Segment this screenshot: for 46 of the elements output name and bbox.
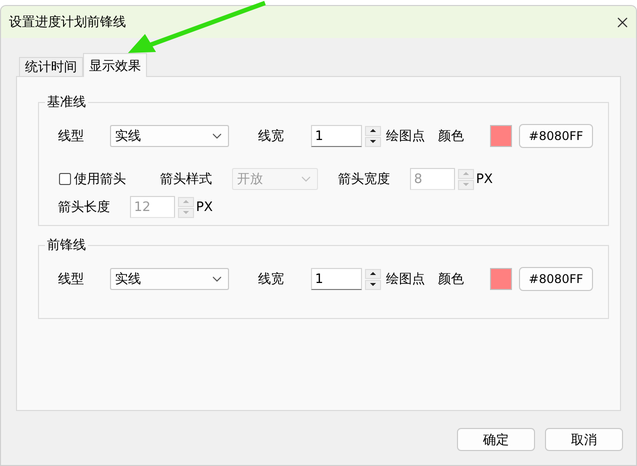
unit-label: PX (196, 200, 214, 214)
spin-down-button[interactable] (365, 136, 381, 146)
spin-down-button[interactable] (365, 280, 381, 290)
spin-up-button[interactable] (365, 268, 381, 278)
tab[interactable]: 统计时间 (19, 57, 83, 76)
group-title: 前锋线 (46, 237, 87, 254)
checkbox[interactable] (59, 173, 71, 185)
number-field[interactable]: 1 (311, 125, 362, 147)
color-button[interactable]: #8080FF (519, 124, 593, 148)
triangle-down-icon (369, 139, 377, 144)
window-title: 设置进度计划前锋线 (9, 14, 126, 31)
dropdown[interactable]: 实线 (110, 268, 229, 290)
spin-up-button[interactable] (365, 126, 381, 136)
triangle-up-icon (182, 199, 190, 204)
field-label: 线宽 (258, 128, 285, 145)
number-field[interactable]: 1 (311, 268, 362, 290)
triangle-down-icon (369, 282, 377, 287)
dialog-button[interactable]: 确定 (457, 428, 535, 451)
color-swatch[interactable] (490, 125, 512, 147)
triangle-up-icon (462, 171, 470, 176)
field-label: 颜色 (438, 128, 465, 145)
triangle-down-icon (462, 182, 470, 187)
field-label: 颜色 (438, 271, 465, 288)
unit-label: 绘图点 (386, 271, 426, 288)
color-button[interactable]: #8080FF (519, 267, 593, 291)
close-icon[interactable] (617, 16, 628, 28)
chevron-down-icon (301, 176, 311, 182)
triangle-up-icon (369, 271, 377, 276)
color-swatch[interactable] (490, 268, 512, 290)
field-label: 线型 (58, 271, 84, 288)
field-label: 箭头宽度 (338, 171, 391, 188)
field-label: 箭头样式 (160, 171, 213, 188)
unit-label: PX (476, 172, 494, 186)
dropdown[interactable]: 实线 (110, 125, 229, 147)
dialog-button[interactable]: 取消 (545, 428, 623, 451)
field-label: 箭头长度 (58, 199, 111, 216)
group-title: 基准线 (46, 94, 87, 111)
unit-label: 绘图点 (386, 128, 426, 145)
chevron-down-icon (212, 276, 222, 282)
field-label: 线型 (58, 128, 84, 145)
tab[interactable]: 显示效果 (83, 53, 147, 77)
triangle-down-icon (182, 210, 190, 215)
field-label: 线宽 (258, 271, 285, 288)
chevron-down-icon (212, 133, 222, 139)
triangle-up-icon (369, 128, 377, 133)
checkbox-label: 使用箭头 (74, 171, 126, 188)
